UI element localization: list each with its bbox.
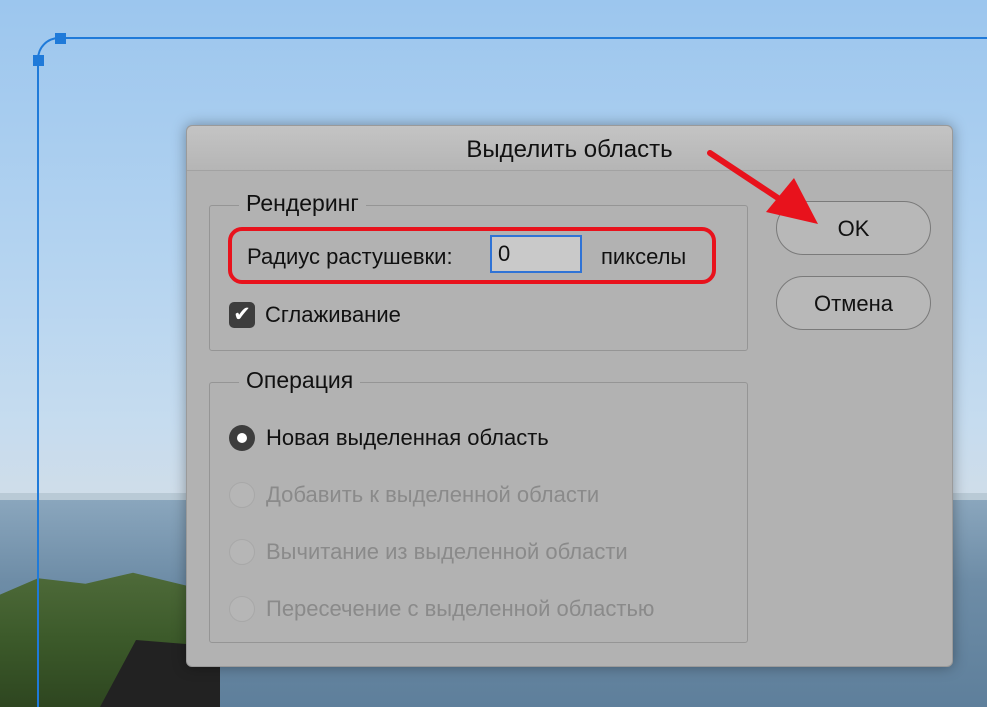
red-arrow-annotation — [707, 150, 818, 224]
